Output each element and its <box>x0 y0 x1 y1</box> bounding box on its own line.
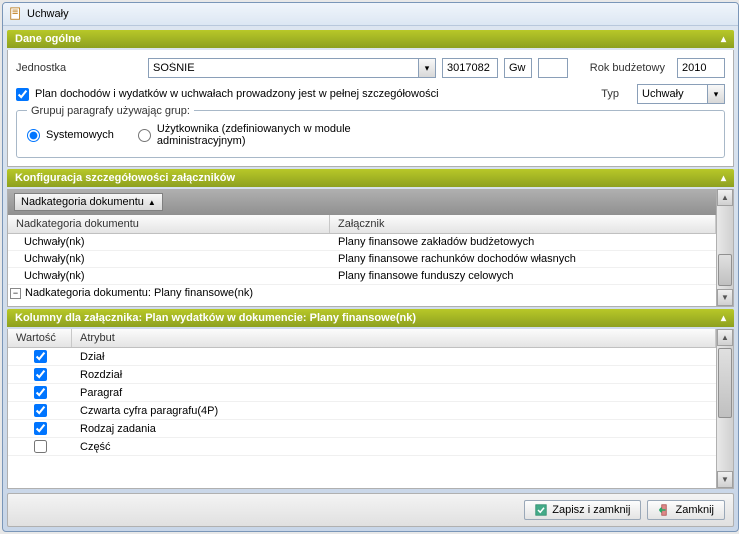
group-by-bar[interactable]: Nadkategoria dokumentu ▲ <box>8 189 716 215</box>
save-icon <box>535 504 547 516</box>
cell-nk: Uchwały(nk) <box>24 236 330 248</box>
scrollbar[interactable]: ▲ ▼ <box>716 189 733 306</box>
scroll-track[interactable] <box>717 346 733 471</box>
label-rok: Rok budżetowy <box>590 62 665 74</box>
typ-dropdown-button[interactable]: ▾ <box>707 84 725 104</box>
sort-asc-icon: ▲ <box>148 198 156 207</box>
typ-dropdown[interactable]: ▾ <box>637 84 725 104</box>
cell-zl: Plany finansowe funduszy celowych <box>330 270 716 282</box>
scroll-up-button[interactable]: ▲ <box>717 189 733 206</box>
group-row-label: Nadkategoria dokumentu: Plany finansowe(… <box>25 287 253 299</box>
section-title-columns: Kolumny dla załącznika: Plan wydatków w … <box>15 312 416 324</box>
document-icon <box>9 7 23 21</box>
section-header-config[interactable]: Konfiguracja szczegółowości załączników … <box>7 169 734 187</box>
scroll-track[interactable] <box>717 206 733 289</box>
jednostka-dropdown-button[interactable]: ▾ <box>418 58 436 78</box>
fieldset-legend: Grupuj paragrafy używając grup: <box>27 105 194 117</box>
content: Dane ogólne ▴ Jednostka ▾ Rok budżetowy <box>3 26 738 489</box>
section-body-general: Jednostka ▾ Rok budżetowy Plan dochodów … <box>7 50 734 167</box>
label-typ: Typ <box>601 88 619 100</box>
group-fieldset: Grupuj paragrafy używając grup: Systemow… <box>16 110 725 158</box>
window-title: Uchwały <box>27 8 69 20</box>
col-header-nadkategoria[interactable]: Nadkategoria dokumentu <box>8 215 330 233</box>
plan-checkbox-label: Plan dochodów i wydatków w uchwałach pro… <box>35 88 439 100</box>
close-button[interactable]: Zamknij <box>647 500 725 520</box>
cell-attr: Część <box>72 439 716 455</box>
section-header-general[interactable]: Dane ogólne ▴ <box>7 30 734 48</box>
table-row[interactable]: Czwarta cyfra paragrafu(4P) <box>8 402 716 420</box>
row-checkbox[interactable] <box>34 386 47 399</box>
cell-attr: Paragraf <box>72 385 716 401</box>
scroll-thumb[interactable] <box>718 254 732 286</box>
row-checkbox[interactable] <box>34 350 47 363</box>
scroll-down-button[interactable]: ▼ <box>717 471 733 488</box>
row-checkbox[interactable] <box>34 440 47 453</box>
cell-attr: Rozdział <box>72 367 716 383</box>
scrollbar[interactable]: ▲ ▼ <box>716 329 733 488</box>
columns-header: Wartość Atrybut <box>8 329 716 348</box>
group-pill-label: Nadkategoria dokumentu <box>21 196 144 208</box>
plan-checkbox[interactable] <box>16 88 29 101</box>
cell-attr: Rodzaj zadania <box>72 421 716 437</box>
save-and-close-button[interactable]: Zapisz i zamknij <box>524 500 641 520</box>
chevron-up-icon: ▴ <box>721 34 726 45</box>
config-grid: Nadkategoria dokumentu ▲ Nadkategoria do… <box>7 189 734 307</box>
jednostka-input[interactable] <box>148 58 418 78</box>
table-row[interactable]: Rodzaj zadania <box>8 420 716 438</box>
config-rows: Uchwały(nk) Plany finansowe zakładów bud… <box>8 234 716 306</box>
radio-uzytkownika[interactable] <box>138 129 151 142</box>
group-row[interactable]: − Nadkategoria dokumentu: Plany finansow… <box>8 285 716 301</box>
window: Uchwały Dane ogólne ▴ Jednostka ▾ Rok bu… <box>2 2 739 532</box>
chevron-up-icon: ▴ <box>721 173 726 184</box>
rok-input[interactable] <box>677 58 725 78</box>
scroll-down-button[interactable]: ▼ <box>717 289 733 306</box>
footer: Zapisz i zamknij Zamknij <box>7 493 734 527</box>
table-row[interactable]: Uchwały(nk) Plany finansowe funduszy cel… <box>8 268 716 285</box>
section-title-general: Dane ogólne <box>15 33 81 45</box>
chevron-up-icon: ▴ <box>721 313 726 324</box>
row-checkbox[interactable] <box>34 422 47 435</box>
num3-input[interactable] <box>538 58 568 78</box>
scroll-up-button[interactable]: ▲ <box>717 329 733 346</box>
section-title-config: Konfiguracja szczegółowości załączników <box>15 172 235 184</box>
row-checkbox[interactable] <box>34 404 47 417</box>
group-pill[interactable]: Nadkategoria dokumentu ▲ <box>14 193 163 211</box>
radio-systemowych-label: Systemowych <box>46 129 114 141</box>
columns-rows: Dział Rozdział Paragraf Czwarta cyfra pa… <box>8 348 716 456</box>
cell-zl: Plany finansowe zakładów budżetowych <box>330 236 716 248</box>
table-row[interactable]: Paragraf <box>8 384 716 402</box>
close-icon <box>658 504 670 516</box>
config-columns-header: Nadkategoria dokumentu Załącznik <box>8 215 716 234</box>
cell-zl: Plany finansowe rachunków dochodów własn… <box>330 253 716 265</box>
table-row[interactable]: Rozdział <box>8 366 716 384</box>
scroll-thumb[interactable] <box>718 348 732 418</box>
col-header-wartosc[interactable]: Wartość <box>8 329 72 347</box>
col-header-atrybut[interactable]: Atrybut <box>72 329 716 347</box>
section-header-columns[interactable]: Kolumny dla załącznika: Plan wydatków w … <box>7 309 734 327</box>
table-row[interactable]: Część <box>8 438 716 456</box>
cell-nk: Uchwały(nk) <box>24 253 330 265</box>
jednostka-dropdown[interactable]: ▾ <box>148 58 436 78</box>
columns-grid: Wartość Atrybut Dział Rozdział Paragraf … <box>7 329 734 489</box>
row-checkbox[interactable] <box>34 368 47 381</box>
collapse-icon[interactable]: − <box>10 288 21 299</box>
cell-attr: Dział <box>72 349 716 365</box>
num2-input[interactable] <box>504 58 532 78</box>
radio-systemowych[interactable] <box>27 129 40 142</box>
table-row[interactable]: Uchwały(nk) Plany finansowe rachunków do… <box>8 251 716 268</box>
col-header-zalacznik[interactable]: Załącznik <box>330 215 716 233</box>
cell-attr: Czwarta cyfra paragrafu(4P) <box>72 403 716 419</box>
label-jednostka: Jednostka <box>16 62 142 74</box>
table-row[interactable]: Uchwały(nk) Plany finansowe zakładów bud… <box>8 234 716 251</box>
num1-input[interactable] <box>442 58 498 78</box>
save-button-label: Zapisz i zamknij <box>552 504 630 516</box>
titlebar: Uchwały <box>3 3 738 26</box>
table-row[interactable]: Dział <box>8 348 716 366</box>
close-button-label: Zamknij <box>675 504 714 516</box>
cell-nk: Uchwały(nk) <box>24 270 330 282</box>
radio-uzytkownika-label: Użytkownika (zdefiniowanych w module adm… <box>157 123 377 147</box>
typ-input[interactable] <box>637 84 707 104</box>
